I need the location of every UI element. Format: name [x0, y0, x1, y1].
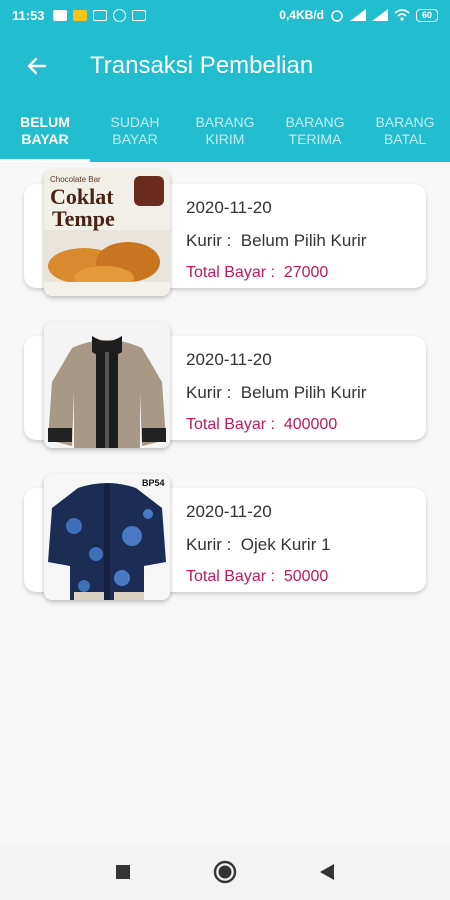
battery-icon: 60 — [415, 8, 438, 22]
tab-sudah-bayar[interactable]: SUDAH BAYAR — [90, 102, 180, 162]
transaction-date: 2020-11-20 — [186, 350, 272, 369]
transaction-total: Total Bayar : 27000 — [186, 264, 366, 282]
status-bar: 11:53 0,4KB/d 60 — [0, 0, 450, 30]
total-label: Total Bayar : — [186, 264, 275, 281]
kurir-value: Ojek Kurir 1 — [240, 535, 331, 554]
notification-icon — [72, 9, 87, 21]
tab-label-line1: BARANG — [195, 114, 255, 130]
transaction-info: 2020-11-20 Kurir : Belum Pilih Kurir Tot… — [186, 198, 366, 282]
tab-barang-kirim[interactable]: BARANG KIRIM — [180, 102, 270, 162]
total-label: Total Bayar : — [186, 416, 275, 433]
recents-button[interactable] — [108, 857, 138, 887]
kurir-label: Kurir : — [186, 383, 232, 402]
tab-label-line1: BELUM — [20, 114, 70, 130]
transaction-card[interactable]: Chocolate Bar Coklat Tempe 2020-11-20 Ku… — [0, 170, 450, 322]
home-button[interactable] — [210, 857, 240, 887]
back-triangle-icon — [320, 863, 334, 880]
total-value: 400000 — [283, 416, 338, 433]
transaction-info: 2020-11-20 Kurir : Ojek Kurir 1 Total Ba… — [186, 502, 331, 586]
home-circle-icon — [213, 860, 237, 883]
tab-label-line2: BAYAR — [21, 131, 69, 147]
tab-label-line2: KIRIM — [205, 131, 245, 147]
wifi-icon — [394, 9, 410, 21]
status-right-group: 0,4KB/d 60 — [279, 8, 438, 22]
kurir-value: Belum Pilih Kurir — [240, 383, 367, 402]
transaction-card[interactable]: 2020-11-20 Kurir : Belum Pilih Kurir Tot… — [0, 322, 450, 474]
recents-square-icon — [116, 864, 130, 879]
batik-shirt-product-image: BP54 — [44, 474, 170, 600]
product-image-caption: BP54 — [142, 478, 165, 488]
total-value: 50000 — [283, 568, 329, 585]
tab-label-line2: BATAL — [383, 131, 427, 147]
page-title: Transaksi Pembelian — [90, 52, 314, 79]
app-bar: Transaksi Pembelian — [0, 30, 450, 102]
transaction-kurir: Kurir : Belum Pilih Kurir — [186, 383, 366, 403]
transaction-date: 2020-11-20 — [186, 198, 272, 217]
tab-label-line1: SUDAH — [110, 114, 160, 130]
product-image-caption: Chocolate Bar — [50, 175, 101, 184]
status-notification-icons — [52, 8, 146, 22]
total-value: 27000 — [283, 264, 329, 281]
alarm-icon — [331, 10, 343, 22]
tab-belum-bayar[interactable]: BELUM BAYAR — [0, 102, 90, 162]
signal-icon — [349, 9, 366, 21]
tab-label-line2: TERIMA — [288, 131, 342, 147]
system-navigation-bar — [0, 843, 450, 900]
transaction-list: Chocolate Bar Coklat Tempe 2020-11-20 Ku… — [0, 170, 450, 626]
back-button[interactable] — [10, 39, 64, 93]
transaction-total: Total Bayar : 400000 — [186, 416, 366, 434]
signal-icon — [371, 9, 388, 21]
kurir-label: Kurir : — [186, 535, 232, 554]
message-icon — [52, 9, 67, 21]
transaction-kurir: Kurir : Ojek Kurir 1 — [186, 535, 331, 555]
back-nav-button[interactable] — [312, 857, 342, 887]
transaction-info: 2020-11-20 Kurir : Belum Pilih Kurir Tot… — [186, 350, 366, 434]
tab-barang-batal[interactable]: BARANG BATAL — [360, 102, 450, 162]
status-time: 11:53 — [12, 7, 45, 23]
tab-label-line1: BARANG — [285, 114, 345, 130]
instagram-icon — [112, 8, 126, 22]
total-label: Total Bayar : — [186, 568, 275, 585]
tab-label-line2: BAYAR — [112, 131, 158, 147]
tab-barang-terima[interactable]: BARANG TERIMA — [270, 102, 360, 162]
coklat-tempe-product-image: Chocolate Bar Coklat Tempe — [44, 170, 170, 296]
kurir-value: Belum Pilih Kurir — [240, 231, 367, 250]
transaction-kurir: Kurir : Belum Pilih Kurir — [186, 231, 366, 251]
transaction-total: Total Bayar : 50000 — [186, 568, 331, 586]
network-speed: 0,4KB/d — [279, 8, 324, 22]
arrow-left-icon — [27, 57, 47, 75]
product-image-caption: Tempe — [52, 206, 115, 231]
tab-label-line1: BARANG — [375, 114, 435, 130]
gmail-icon — [92, 9, 107, 21]
tab-bar: BELUM BAYAR SUDAH BAYAR BARANG KIRIM BAR… — [0, 102, 450, 162]
transaction-card[interactable]: BP54 2020-11-20 Kurir : Ojek Kurir 1 Tot… — [0, 474, 450, 626]
laptop-icon — [131, 9, 146, 21]
kurir-label: Kurir : — [186, 231, 232, 250]
transaction-date: 2020-11-20 — [186, 502, 272, 521]
bomber-jacket-product-image — [44, 322, 170, 448]
